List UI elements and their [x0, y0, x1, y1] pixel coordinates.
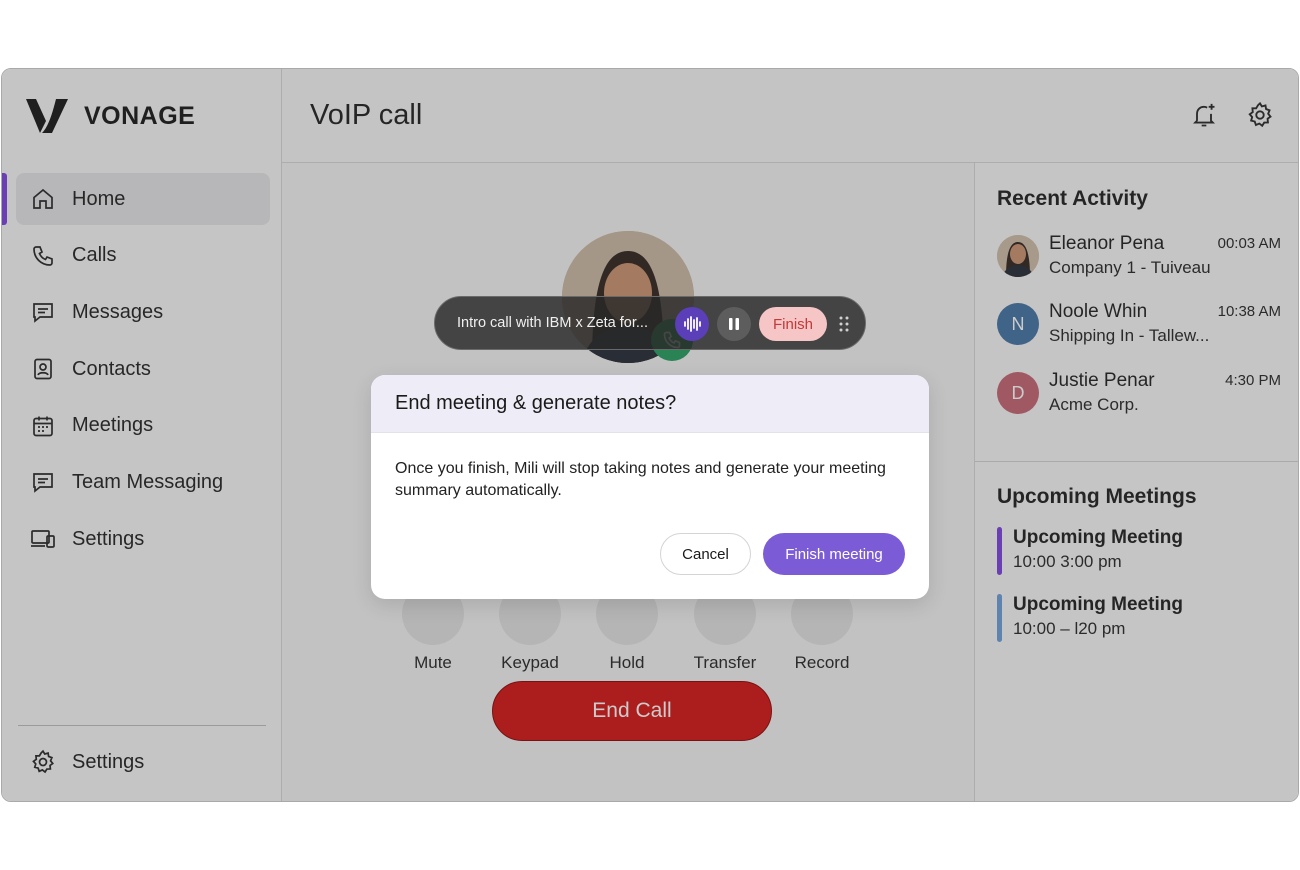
- drag-handle-icon[interactable]: [837, 313, 851, 335]
- end-meeting-dialog: End meeting & generate notes? Once you f…: [371, 375, 929, 599]
- waveform-icon[interactable]: [675, 307, 709, 341]
- finish-recording-button[interactable]: Finish: [759, 307, 827, 341]
- dialog-body: Once you finish, Mili will stop taking n…: [395, 460, 886, 499]
- finish-meeting-button[interactable]: Finish meeting: [763, 533, 905, 575]
- cancel-button[interactable]: Cancel: [660, 533, 751, 575]
- recording-pill: Intro call with IBM x Zeta for... Finish: [434, 296, 866, 350]
- dialog-title: End meeting & generate notes?: [371, 375, 929, 433]
- pause-icon[interactable]: [717, 307, 751, 341]
- recording-title: Intro call with IBM x Zeta for...: [457, 315, 648, 331]
